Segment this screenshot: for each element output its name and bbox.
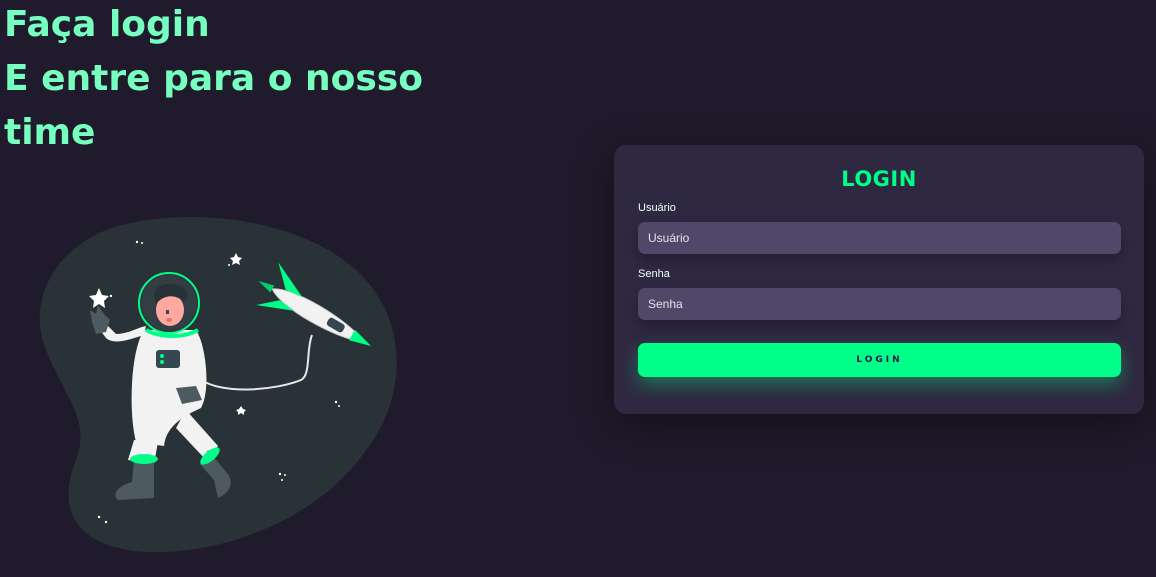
password-input[interactable] xyxy=(638,288,1121,320)
astronaut-illustration xyxy=(36,210,406,560)
username-label: Usuário xyxy=(638,202,676,214)
password-label: Senha xyxy=(638,268,670,280)
headline-line-1: Faça login xyxy=(4,4,210,45)
page-headline: Faça login E entre para o nosso time xyxy=(4,0,424,160)
astronaut-rocket-icon xyxy=(39,217,397,553)
login-page: Faça login E entre para o nosso time LOG… xyxy=(0,0,1156,577)
login-button[interactable]: LOGIN xyxy=(638,343,1121,377)
username-input[interactable] xyxy=(638,222,1121,254)
login-card: LOGIN Usuário Senha LOGIN xyxy=(614,145,1144,414)
headline-line-3: time xyxy=(4,112,96,153)
headline-line-2: E entre para o nosso xyxy=(4,58,423,99)
login-title: LOGIN xyxy=(841,167,917,191)
